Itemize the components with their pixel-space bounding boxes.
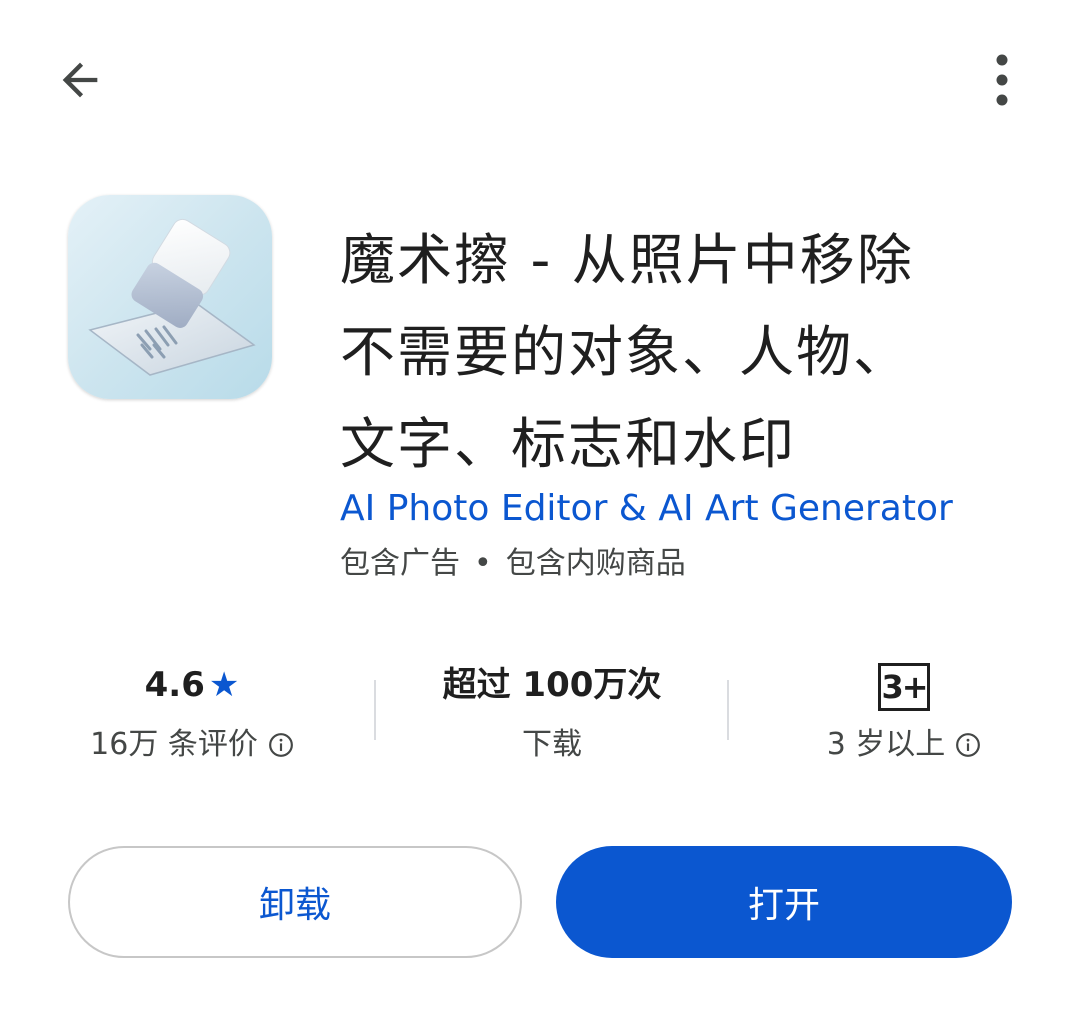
- uninstall-button[interactable]: 卸载: [68, 846, 522, 958]
- app-meta: 包含广告 • 包含内购商品: [340, 542, 686, 586]
- app-title-line-1: 魔术擦 - 从照片中移除: [340, 228, 914, 292]
- downloads-label: 下载: [522, 727, 582, 762]
- age-rating-stat[interactable]: 3+ 3 岁以上: [804, 655, 1004, 775]
- review-count: 16万 条评价: [90, 727, 258, 762]
- info-icon[interactable]: [268, 732, 294, 758]
- eraser-app-icon: [68, 195, 272, 399]
- arrow-back-icon: [62, 62, 98, 98]
- developer-link[interactable]: AI Photo Editor & AI Art Generator: [340, 484, 953, 534]
- meta-separator: •: [474, 546, 492, 581]
- age-rating-label: 3 岁以上: [826, 727, 946, 762]
- open-button[interactable]: 打开: [556, 846, 1012, 958]
- contains-ads-label: 包含广告: [340, 546, 460, 581]
- downloads-stat: 超过 100万次 下载: [412, 655, 692, 775]
- rating-stat[interactable]: 4.6 ★ 16万 条评价: [82, 655, 302, 775]
- age-rating-badge: 3+: [878, 663, 930, 711]
- star-icon: ★: [208, 665, 240, 705]
- rating-value: 4.6: [144, 665, 205, 705]
- more-options-button[interactable]: [962, 40, 1042, 120]
- downloads-value: 超过 100万次: [442, 665, 662, 705]
- app-title: 魔术擦 - 从照片中移除 不需要的对象、人物、 文字、标志和水印: [340, 214, 1040, 490]
- stat-divider: [727, 680, 729, 740]
- more-vert-icon: [996, 54, 1008, 106]
- in-app-purchases-label: 包含内购商品: [505, 546, 686, 581]
- app-icon: [68, 195, 272, 399]
- app-title-line-3: 文字、标志和水印: [340, 412, 797, 476]
- back-button[interactable]: [40, 40, 120, 120]
- info-icon[interactable]: [955, 732, 981, 758]
- stat-divider: [374, 680, 376, 740]
- app-title-line-2: 不需要的对象、人物、: [340, 320, 911, 384]
